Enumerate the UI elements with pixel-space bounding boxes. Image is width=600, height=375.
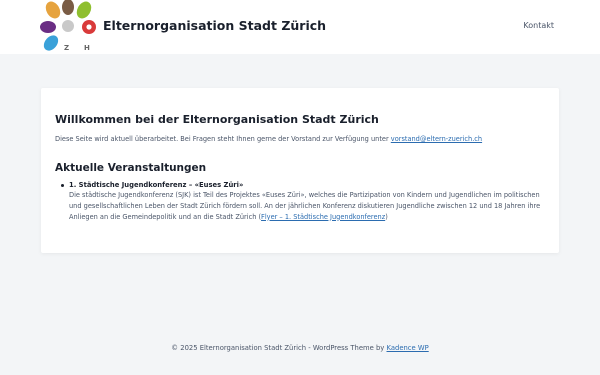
contact-email-link[interactable]: vorstand@eltern-zuerich.ch	[391, 135, 482, 143]
logo-petal-green	[76, 1, 92, 19]
intro-text: Diese Seite wird aktuell überarbeitet. B…	[55, 135, 389, 143]
bullet-icon	[61, 184, 64, 187]
logo-petal-red-ring	[86, 24, 92, 30]
site-logo[interactable]: Z H	[40, 0, 98, 54]
logo-center	[62, 20, 74, 32]
nav-link-kontakt[interactable]: Kontakt	[523, 21, 554, 30]
event-description: Die städtische Jugendkonferenz (SJK) ist…	[69, 190, 549, 222]
site-footer: © 2025 Elternorganisation Stadt Zürich -…	[0, 344, 600, 352]
logo-letter-z: Z	[64, 44, 69, 52]
event-title: 1. Städtische Jugendkonferenz – «Euses Z…	[69, 181, 244, 189]
logo-letter-h: H	[84, 44, 90, 52]
logo-petal-orange	[45, 1, 61, 19]
content-card: Willkommen bei der Elternorganisation St…	[41, 88, 559, 253]
event-description-suffix: )	[385, 212, 388, 221]
intro-paragraph: Diese Seite wird aktuell überarbeitet. B…	[55, 135, 545, 144]
page-title: Willkommen bei der Elternorganisation St…	[55, 113, 379, 126]
site-header: Z H Elternorganisation Stadt Zürich Kont…	[0, 0, 600, 54]
events-heading: Aktuelle Veranstaltungen	[55, 162, 207, 174]
logo-petal-blue	[43, 35, 59, 51]
theme-link[interactable]: Kadence WP	[387, 344, 429, 352]
logo-petal-purple	[40, 21, 56, 33]
site-title[interactable]: Elternorganisation Stadt Zürich	[103, 18, 326, 33]
flyer-link[interactable]: Flyer – 1. Städtische Jugendkonferenz	[261, 213, 385, 221]
footer-text: © 2025 Elternorganisation Stadt Zürich -…	[171, 344, 385, 352]
list-item: 1. Städtische Jugendkonferenz – «Euses Z…	[55, 181, 545, 222]
logo-petal-brown	[62, 0, 74, 15]
